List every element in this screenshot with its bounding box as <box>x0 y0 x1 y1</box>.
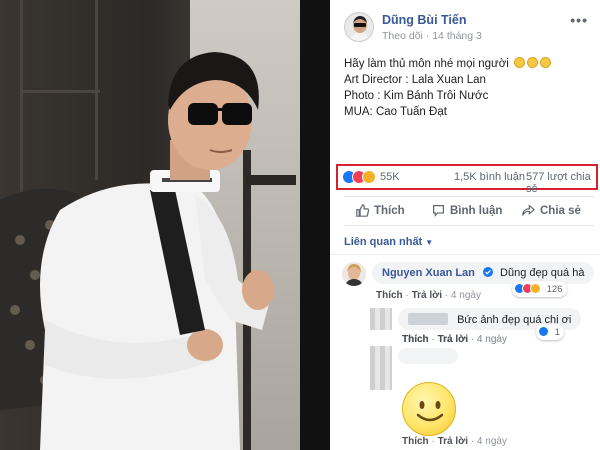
comment-reaction-count: 1 <box>554 327 560 338</box>
haha-icon <box>530 283 541 294</box>
comment-like-link[interactable]: Thích <box>402 334 429 345</box>
like-label: Thích <box>374 204 405 217</box>
caret-down-icon: ▼ <box>425 238 434 247</box>
avatar-image <box>345 13 373 41</box>
laugh-emoji-icon <box>540 57 552 68</box>
comment-reply-link[interactable]: Trả lời <box>412 290 442 301</box>
comment-links: Thích · Trả lời · 4 ngày <box>402 436 507 447</box>
comment-time[interactable]: 4 ngày <box>451 290 481 301</box>
commenter-avatar[interactable] <box>342 262 366 286</box>
action-bar: Thích Bình luận Chia sẻ <box>344 196 594 226</box>
avatar-image <box>342 262 366 286</box>
post-line-2: Art Director : Lala Xuan Lan <box>344 74 486 86</box>
post-header: Dũng Bùi Tiến Theo dõi · 14 tháng 3 ••• <box>344 10 594 46</box>
commenter-name[interactable]: Nguyen Xuan Lan <box>382 267 475 279</box>
comment-bubble <box>398 348 458 364</box>
follow-link[interactable]: Theo dõi <box>382 30 423 42</box>
comment-button[interactable]: Bình luận <box>432 204 502 217</box>
comment-item: Nguyen Xuan Lan Dũng đẹp quá hà 126 Thíc… <box>342 262 597 306</box>
comment-reaction-count: 126 <box>546 284 563 295</box>
comment-like-link[interactable]: Thích <box>376 290 403 301</box>
haha-icon <box>362 170 376 184</box>
comment-reply-link[interactable]: Trả lời <box>438 334 468 345</box>
sort-label: Liên quan nhất <box>344 236 423 248</box>
author-avatar[interactable] <box>344 12 374 42</box>
commenter-avatar[interactable] <box>370 346 392 368</box>
post-line-3: Photo : Kim Bánh Trôi Nước <box>344 90 489 102</box>
comment-reply-link[interactable]: Trả lời <box>438 436 468 447</box>
divider <box>330 254 600 255</box>
post-date[interactable]: 14 tháng 3 <box>432 30 482 42</box>
comment-time[interactable]: 4 ngày <box>477 334 507 345</box>
comment-like-link[interactable]: Thích <box>402 436 429 447</box>
commenter-avatar[interactable] <box>370 368 392 390</box>
comment-text: Dũng đẹp quá hà <box>500 267 585 279</box>
laugh-emoji-icon <box>527 57 539 68</box>
blurred-name <box>408 313 448 325</box>
comment-count[interactable]: 1,5K bình luận <box>454 171 525 183</box>
commenter-avatar[interactable] <box>370 308 392 330</box>
smile-sticker[interactable] <box>402 382 456 436</box>
photo-illustration <box>0 0 330 450</box>
share-icon <box>522 204 535 216</box>
author-name[interactable]: Dũng Bùi Tiến <box>382 13 467 27</box>
laugh-emoji-icon <box>514 57 526 68</box>
like-icon <box>356 204 369 217</box>
comment-links: Thích · Trả lời · 4 ngày <box>376 290 481 301</box>
comment-reactions[interactable]: 1 <box>536 324 564 340</box>
post-line-1: Hãy làm thủ môn nhé mọi người <box>344 56 594 72</box>
comment-links: Thích · Trả lời · 4 ngày <box>402 334 507 345</box>
smile-icon <box>416 401 444 422</box>
post-text: Hãy làm thủ môn nhé mọi người Art Direct… <box>344 56 594 120</box>
comment-reactions[interactable]: 126 <box>512 281 567 297</box>
comment-time[interactable]: 4 ngày <box>477 436 507 447</box>
comment-icon <box>433 205 444 217</box>
like-icon <box>538 326 549 337</box>
share-label: Chia sẻ <box>540 204 581 217</box>
post-line-4: MUA: Cao Tuấn Đạt <box>344 106 447 118</box>
comment-label: Bình luận <box>450 204 503 217</box>
verified-icon <box>482 267 493 277</box>
share-button[interactable]: Chia sẻ <box>522 204 581 217</box>
comment-sort-dropdown[interactable]: Liên quan nhất ▼ <box>344 236 433 248</box>
reaction-count[interactable]: 55K <box>380 171 400 183</box>
facebook-post: Dũng Bùi Tiến Theo dõi · 14 tháng 3 ••• … <box>330 0 600 450</box>
post-meta: Theo dõi · 14 tháng 3 <box>382 30 482 42</box>
share-count[interactable]: 577 lượt chia sẻ <box>526 171 596 195</box>
like-button[interactable]: Thích <box>356 204 405 217</box>
more-options-button[interactable]: ••• <box>570 12 588 28</box>
post-stats-highlight: 55K 1,5K bình luận 577 lượt chia sẻ <box>336 164 598 195</box>
post-photo[interactable] <box>0 0 330 450</box>
